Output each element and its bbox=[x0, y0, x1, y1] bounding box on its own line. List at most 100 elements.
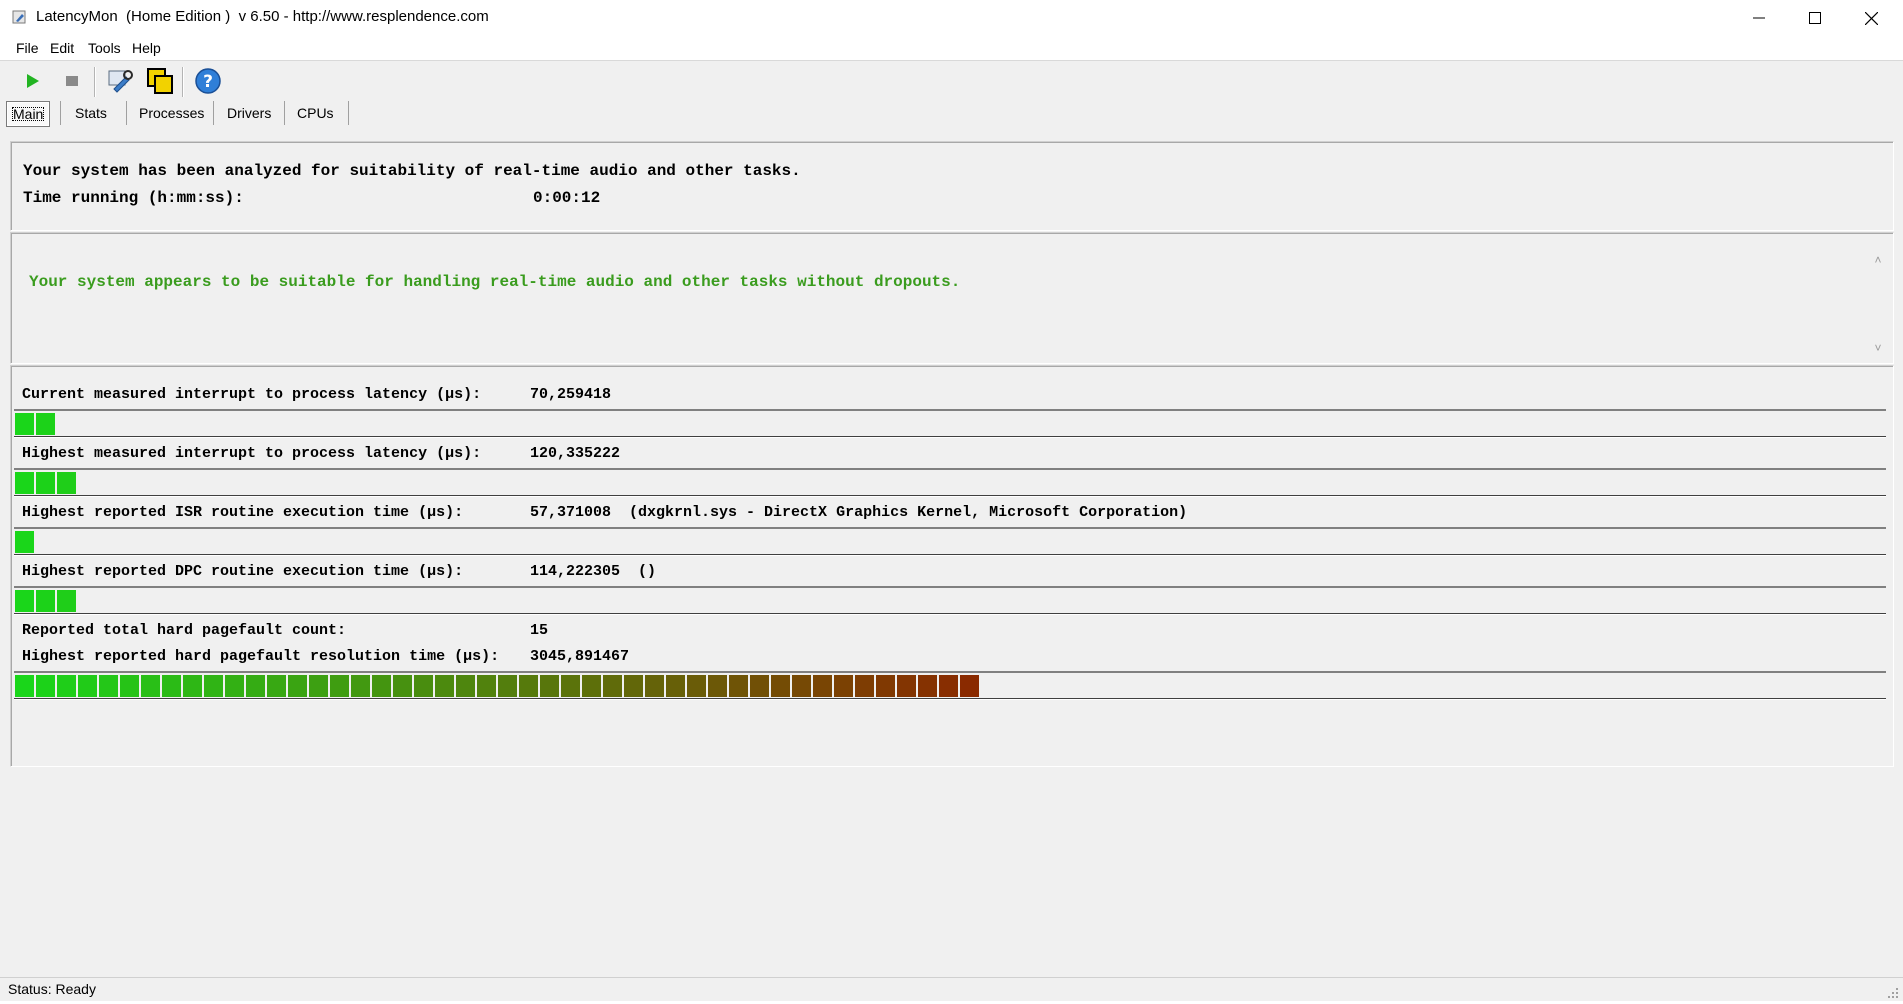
meter-block bbox=[456, 675, 475, 697]
play-icon bbox=[27, 74, 39, 88]
verdict-panel[interactable]: Your system appears to be suitable for h… bbox=[10, 232, 1894, 364]
meter-block bbox=[36, 472, 55, 494]
meter-block bbox=[897, 675, 916, 697]
meter-block bbox=[120, 675, 139, 697]
meter-block bbox=[729, 675, 748, 697]
meter-block bbox=[351, 675, 370, 697]
meter-block bbox=[57, 675, 76, 697]
meter-block bbox=[246, 675, 265, 697]
meter-block bbox=[540, 675, 559, 697]
menu-edit[interactable]: Edit bbox=[50, 40, 74, 56]
meter-block bbox=[645, 675, 664, 697]
meter-block bbox=[99, 675, 118, 697]
tab-divider bbox=[348, 101, 349, 125]
meter-block bbox=[498, 675, 517, 697]
current-latency-value: 70,259418 bbox=[530, 386, 612, 403]
time-running-label: Time running (h:mm:ss): bbox=[23, 189, 244, 207]
pagefault-count-label: Reported total hard pagefault count: bbox=[22, 622, 347, 639]
meter-block bbox=[771, 675, 790, 697]
meter-block bbox=[960, 675, 979, 697]
tab-divider bbox=[60, 101, 61, 125]
meter-block bbox=[435, 675, 454, 697]
tab-main[interactable]: Main bbox=[6, 101, 51, 127]
analysis-text: Your system has been analyzed for suitab… bbox=[23, 162, 801, 180]
meter-block bbox=[204, 675, 223, 697]
meter-block bbox=[15, 590, 34, 612]
status-text: Status: Ready bbox=[8, 981, 96, 997]
app-icon bbox=[12, 9, 28, 25]
meter-block bbox=[855, 675, 874, 697]
tab-divider bbox=[284, 101, 285, 125]
driver-tool-button[interactable] bbox=[104, 65, 136, 97]
menu-file[interactable]: File bbox=[16, 40, 39, 56]
meter-block bbox=[183, 675, 202, 697]
meter-block bbox=[477, 675, 496, 697]
windows-button[interactable] bbox=[144, 65, 176, 97]
meter-block bbox=[834, 675, 853, 697]
pagefault-count-value: 15 bbox=[530, 622, 549, 639]
resize-grip-icon[interactable] bbox=[1887, 986, 1899, 998]
maximize-icon bbox=[1809, 12, 1821, 24]
dpc-meter bbox=[14, 586, 1886, 615]
highest-latency-value: 120,335222 bbox=[530, 445, 621, 462]
dpc-label: Highest reported DPC routine execution t… bbox=[22, 563, 464, 580]
highest-latency-meter bbox=[14, 468, 1886, 497]
dpc-value: 114,222305 () bbox=[530, 563, 657, 580]
wrench-icon bbox=[108, 70, 133, 93]
meter-block bbox=[36, 590, 55, 612]
current-latency-label: Current measured interrupt to process la… bbox=[22, 386, 482, 403]
meter-block bbox=[939, 675, 958, 697]
meter-block bbox=[876, 675, 895, 697]
meter-block bbox=[36, 675, 55, 697]
meter-block bbox=[225, 675, 244, 697]
meter-block bbox=[57, 590, 76, 612]
window-title: LatencyMon (Home Edition ) v 6.50 - http… bbox=[36, 8, 489, 25]
meter-block bbox=[561, 675, 580, 697]
time-running-value: 0:00:12 bbox=[533, 189, 601, 207]
meter-block bbox=[519, 675, 538, 697]
tab-divider bbox=[126, 101, 127, 125]
help-button[interactable]: ? bbox=[192, 65, 224, 97]
start-button[interactable] bbox=[16, 65, 48, 97]
scroll-down-icon[interactable]: ˅ bbox=[1871, 341, 1885, 355]
client-area: ? Main Stats Processes Drivers CPUs Your… bbox=[0, 61, 1903, 1000]
isr-value: 57,371008 (dxgkrnl.sys - DirectX Graphic… bbox=[530, 504, 1188, 521]
meter-block bbox=[666, 675, 685, 697]
meter-block bbox=[36, 413, 55, 435]
stop-button[interactable] bbox=[56, 65, 88, 97]
minimize-button[interactable] bbox=[1731, 0, 1787, 36]
tab-cpus[interactable]: CPUs bbox=[293, 101, 338, 125]
meter-block bbox=[687, 675, 706, 697]
pagefault-time-label: Highest reported hard pagefault resoluti… bbox=[22, 648, 500, 665]
menu-bar: File Edit Tools Help bbox=[0, 36, 1903, 61]
tab-drivers[interactable]: Drivers bbox=[223, 101, 275, 125]
pagefault-time-meter bbox=[14, 671, 1886, 700]
isr-meter bbox=[14, 527, 1886, 556]
meter-block bbox=[309, 675, 328, 697]
title-bar[interactable]: LatencyMon (Home Edition ) v 6.50 - http… bbox=[0, 0, 1903, 36]
meter-block bbox=[918, 675, 937, 697]
isr-detail: (dxgkrnl.sys - DirectX Graphics Kernel, … bbox=[629, 504, 1188, 521]
meter-block bbox=[162, 675, 181, 697]
meter-block bbox=[78, 675, 97, 697]
meter-block bbox=[141, 675, 160, 697]
isr-label: Highest reported ISR routine execution t… bbox=[22, 504, 464, 521]
meter-block bbox=[15, 413, 34, 435]
meter-block bbox=[624, 675, 643, 697]
menu-tools[interactable]: Tools bbox=[88, 40, 121, 56]
meter-block bbox=[372, 675, 391, 697]
close-button[interactable] bbox=[1843, 0, 1899, 36]
toolbar-separator bbox=[94, 67, 96, 97]
tab-stats[interactable]: Stats bbox=[71, 101, 111, 125]
menu-help[interactable]: Help bbox=[132, 40, 161, 56]
stop-icon bbox=[66, 76, 78, 86]
minimize-icon bbox=[1753, 17, 1765, 19]
verdict-text: Your system appears to be suitable for h… bbox=[29, 273, 961, 291]
meter-block bbox=[792, 675, 811, 697]
scroll-up-icon[interactable]: ˄ bbox=[1871, 253, 1885, 267]
tab-processes[interactable]: Processes bbox=[135, 101, 208, 125]
maximize-button[interactable] bbox=[1787, 0, 1843, 36]
meter-block bbox=[288, 675, 307, 697]
summary-panel: Your system has been analyzed for suitab… bbox=[10, 141, 1894, 231]
meter-block bbox=[393, 675, 412, 697]
